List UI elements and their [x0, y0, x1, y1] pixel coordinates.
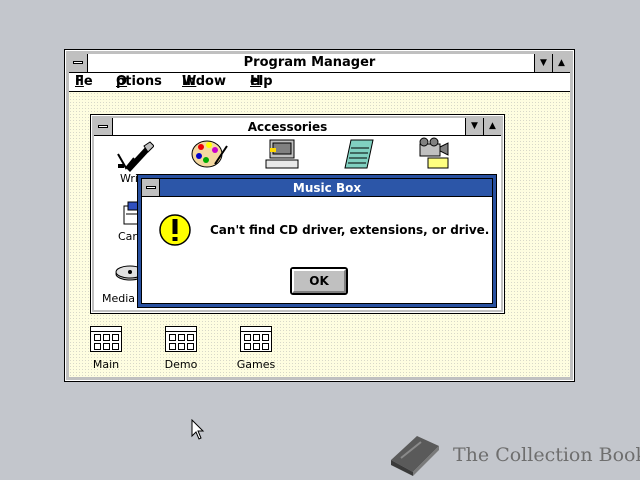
write-app[interactable]: Wri	[104, 138, 164, 185]
group-icon-demo[interactable]: Demo	[151, 326, 211, 371]
program-manager-titlebar[interactable]: Program Manager ▼ ▲	[69, 54, 570, 73]
watermark-text: The Collection Book	[453, 444, 640, 466]
music-box-dialog[interactable]: Music Box Can't find CD driver, extensio…	[137, 174, 497, 308]
dialog-message: Can't find CD driver, extensions, or dri…	[210, 223, 490, 237]
exclamation-warning-icon	[159, 214, 191, 246]
maximize-arrow-icon: ▲	[558, 58, 565, 68]
accessories-titlebar[interactable]: Accessories ▼ ▲	[94, 118, 501, 136]
ok-button[interactable]: OK	[290, 267, 348, 295]
group-label-demo: Demo	[164, 358, 198, 371]
minimize-button[interactable]: ▼	[534, 54, 552, 72]
terminal-app[interactable]	[252, 136, 312, 176]
maximize-button[interactable]: ▲	[483, 118, 501, 135]
media-player-label: Media	[102, 292, 136, 305]
program-manager-title: Program Manager	[243, 55, 376, 70]
system-menu-icon	[98, 125, 108, 128]
terminal-icon	[265, 139, 299, 169]
system-menu-button[interactable]	[142, 179, 160, 196]
notepad-app[interactable]	[329, 136, 389, 176]
group-label-games: Games	[236, 358, 276, 371]
group-label-main: Main	[92, 358, 120, 371]
minimize-arrow-icon: ▼	[471, 121, 478, 131]
menu-bar: File Options Window Help	[69, 73, 570, 92]
system-menu-button[interactable]	[69, 54, 88, 72]
minimize-button[interactable]: ▼	[465, 118, 483, 135]
accessories-title: Accessories	[247, 120, 328, 134]
recorder-camera-icon	[419, 137, 449, 169]
dialog-body: Music Box Can't find CD driver, extensio…	[141, 178, 493, 304]
dialog-title: Music Box	[292, 181, 362, 195]
system-menu-icon	[73, 61, 83, 64]
minimize-arrow-icon: ▼	[540, 58, 547, 68]
menu-file-label: ile	[75, 74, 93, 89]
book-logo-icon	[391, 436, 439, 476]
ok-button-label: OK	[292, 269, 346, 293]
maximize-button[interactable]: ▲	[552, 54, 570, 72]
maximize-arrow-icon: ▲	[489, 121, 496, 131]
program-group-icon	[165, 326, 197, 352]
paintbrush-palette-icon	[191, 140, 228, 168]
menu-options-label: ptions	[116, 74, 162, 89]
program-group-icon	[90, 326, 122, 352]
notepad-icon	[344, 139, 374, 169]
menu-window-label: indow	[182, 74, 226, 89]
mouse-cursor-icon	[191, 419, 205, 440]
paintbrush-app[interactable]	[179, 136, 239, 176]
dialog-titlebar[interactable]: Music Box	[142, 179, 492, 197]
program-group-icon	[240, 326, 272, 352]
write-label: Wri	[120, 172, 138, 185]
system-menu-button[interactable]	[94, 118, 113, 135]
recorder-app[interactable]	[404, 136, 464, 176]
system-menu-icon	[146, 186, 156, 189]
watermark: The Collection Book	[387, 432, 640, 480]
group-icon-main[interactable]: Main	[76, 326, 136, 371]
write-pen-icon	[117, 141, 155, 172]
group-icon-games[interactable]: Games	[226, 326, 286, 371]
menu-help-label: elp	[250, 74, 273, 89]
